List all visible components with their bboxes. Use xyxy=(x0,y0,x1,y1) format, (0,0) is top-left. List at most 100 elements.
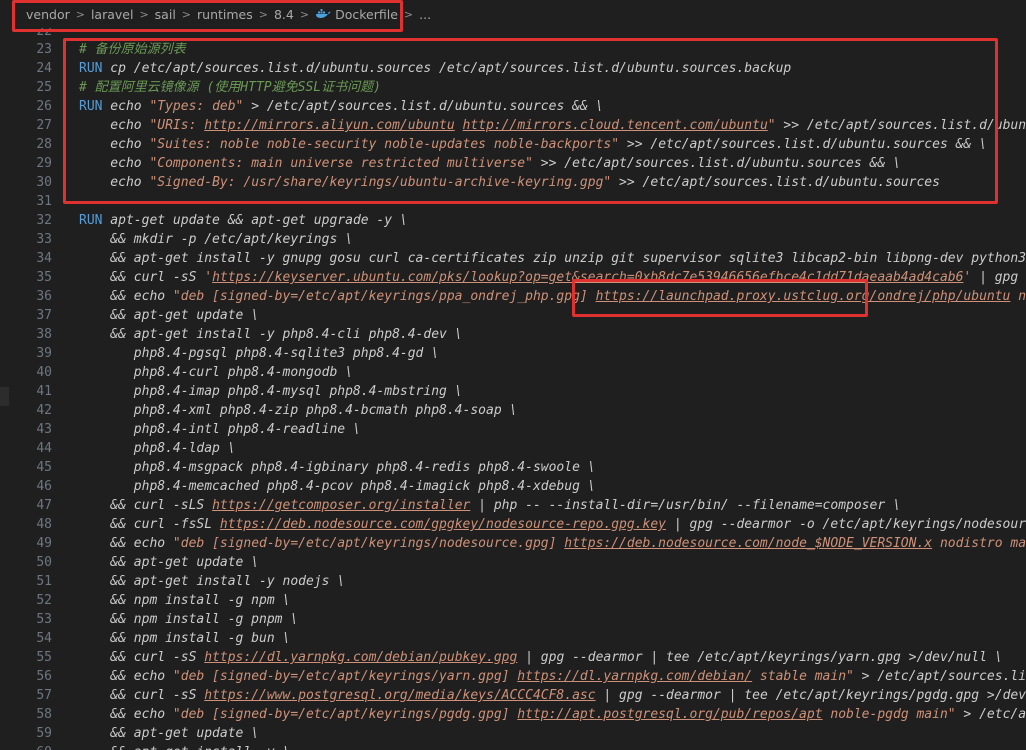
line-number: 48 xyxy=(36,517,52,532)
line-number: 51 xyxy=(36,574,52,589)
code-line[interactable]: 27 echo "URIs: http://mirrors.aliyun.com… xyxy=(0,116,1026,135)
code-line[interactable]: 58 && echo "deb [signed-by=/etc/apt/keyr… xyxy=(0,705,1026,724)
breadcrumb-label: runtimes xyxy=(197,6,253,22)
code-line[interactable]: 30 echo "Signed-By: /usr/share/keyrings/… xyxy=(0,173,1026,192)
token-text: && apt-get update \ xyxy=(79,308,260,323)
line-number: 24 xyxy=(36,61,52,76)
code-line[interactable]: 48 && curl -fsSL https://deb.nodesource.… xyxy=(0,515,1026,534)
token-keyword: RUN xyxy=(79,213,103,228)
token-text: && echo xyxy=(79,669,173,684)
token-link[interactable]: https://dl.yarnpkg.com/debian/pubkey.gpg xyxy=(204,650,517,665)
line-number: 44 xyxy=(36,441,52,456)
token-link[interactable]: http://apt.postgresql.org/pub/repos/apt xyxy=(517,707,822,722)
token-text: && mkdir -p /etc/apt/keyrings \ xyxy=(79,232,353,247)
line-code: RUN apt-get update && apt-get upgrade -y… xyxy=(79,211,408,230)
code-line[interactable]: 46 php8.4-memcached php8.4-pcov php8.4-i… xyxy=(0,477,1026,496)
token-text: php8.4-curl php8.4-mongodb \ xyxy=(79,365,353,380)
breadcrumb-item[interactable]: Dockerfile xyxy=(315,7,398,22)
code-line[interactable]: 32 RUN apt-get update && apt-get upgrade … xyxy=(0,211,1026,230)
code-line[interactable]: 54 && npm install -g bun \ xyxy=(0,629,1026,648)
code-line[interactable]: 28 echo "Suites: noble noble-security no… xyxy=(0,135,1026,154)
token-link[interactable]: https://keyserver.ubuntu.com/pks/lookup?… xyxy=(212,270,963,285)
token-text: && curl -fsSL xyxy=(79,517,220,532)
code-line[interactable]: 45 php8.4-msgpack php8.4-igbinary php8.4… xyxy=(0,458,1026,477)
code-line[interactable]: 23 # 备份原始源列表 xyxy=(0,40,1026,59)
line-code: php8.4-imap php8.4-mysql php8.4-mbstring… xyxy=(79,382,463,401)
code-line[interactable]: 24 RUN cp /etc/apt/sources.list.d/ubuntu.… xyxy=(0,59,1026,78)
token-text: > /etc/apt/sources.list.d/yarn.list xyxy=(861,669,1026,684)
token-text: php8.4-pgsql php8.4-sqlite3 php8.4-gd \ xyxy=(79,346,440,361)
breadcrumb: vendor > laravel > sail > runtimes >8.4 > Dockerf… xyxy=(0,0,1026,28)
code-line[interactable]: 49 && echo "deb [signed-by=/etc/apt/keyr… xyxy=(0,534,1026,553)
token-text: && curl -sS xyxy=(79,688,205,703)
line-code: && apt-get install -y php8.4-cli php8.4-… xyxy=(79,325,462,344)
code-line[interactable]: 59 && apt-get update \ xyxy=(0,724,1026,743)
code-line[interactable]: 37 && apt-get update \ xyxy=(0,306,1026,325)
token-text: && curl -sS xyxy=(79,650,205,665)
token-link[interactable]: https://getcomposer.org/installer xyxy=(212,498,470,513)
token-text: php8.4-xml php8.4-zip php8.4-bcmath php8… xyxy=(79,403,518,418)
code-line[interactable]: 39 php8.4-pgsql php8.4-sqlite3 php8.4-gd… xyxy=(0,344,1026,363)
line-number: 39 xyxy=(36,346,52,361)
token-string: ' xyxy=(204,270,213,285)
code-line[interactable]: 36 && echo "deb [signed-by=/etc/apt/keyr… xyxy=(0,287,1026,306)
code-line[interactable]: 51 && apt-get install -y nodejs \ xyxy=(0,572,1026,591)
code-line[interactable]: 57 && curl -sS https://www.postgresql.or… xyxy=(0,686,1026,705)
token-text: > /etc/apt/sources.list.d/ubuntu.sources… xyxy=(243,99,604,114)
code-line[interactable]: 38 && apt-get install -y php8.4-cli php8… xyxy=(0,325,1026,344)
token-text: echo xyxy=(102,99,150,114)
breadcrumb-label: laravel xyxy=(90,6,134,22)
code-line[interactable]: 42 php8.4-xml php8.4-zip php8.4-bcmath p… xyxy=(0,401,1026,420)
token-comment: # 备份原始源列表 xyxy=(79,42,186,57)
line-code: RUN echo "Types: deb" > /etc/apt/sources… xyxy=(79,97,603,116)
token-keyword: RUN xyxy=(79,99,103,114)
code-line[interactable]: 56 && echo "deb [signed-by=/etc/apt/keyr… xyxy=(0,667,1026,686)
code-line[interactable]: 44 php8.4-ldap \ xyxy=(0,439,1026,458)
code-line[interactable]: 55 && curl -sS https://dl.yarnpkg.com/de… xyxy=(0,648,1026,667)
code-line[interactable]: 53 && npm install -g pnpm \ xyxy=(0,610,1026,629)
token-comment: # 配置阿里云镜像源 (使用HTTP避免SSL证书问题) xyxy=(79,80,381,95)
breadcrumb-item[interactable]: vendor xyxy=(26,7,70,22)
token-link[interactable]: https://www.postgresql.org/media/keys/AC… xyxy=(204,688,595,703)
line-number: 56 xyxy=(36,669,52,684)
code-line[interactable]: 43 php8.4-intl php8.4-readline \ xyxy=(0,420,1026,439)
code-line[interactable]: 25 # 配置阿里云镜像源 (使用HTTP避免SSL证书问题) xyxy=(0,78,1026,97)
code-line[interactable]: 33 && mkdir -p /etc/apt/keyrings \ xyxy=(0,230,1026,249)
line-number: 59 xyxy=(36,726,52,741)
code-line[interactable]: 52 && npm install -g npm \ xyxy=(0,591,1026,610)
token-text: && apt-get update \ xyxy=(79,726,260,741)
code-line[interactable]: 40 php8.4-curl php8.4-mongodb \ xyxy=(0,363,1026,382)
code-editor[interactable]: 22 23 # 备份原始源列表 24 RUN cp /etc/apt/sources.l… xyxy=(0,28,1026,750)
token-text: echo xyxy=(79,118,150,133)
code-line[interactable]: 50 && apt-get update \ xyxy=(0,553,1026,572)
token-link[interactable]: https://launchpad.proxy.ustclug.org/ondr… xyxy=(596,289,1011,304)
token-link[interactable]: https://deb.nodesource.com/node_$NODE_VE… xyxy=(564,536,932,551)
code-line[interactable]: 35 && curl -sS 'https://keyserver.ubuntu… xyxy=(0,268,1026,287)
code-line[interactable]: 60 && apt-get install -y \ xyxy=(0,743,1026,750)
token-text: && apt-get install -y nodejs \ xyxy=(79,574,346,589)
breadcrumb-item[interactable]: runtimes xyxy=(197,7,253,22)
line-number: 25 xyxy=(36,80,52,95)
token-text: && curl -sS xyxy=(79,270,205,285)
token-link[interactable]: https://deb.nodesource.com/gpgkey/nodeso… xyxy=(220,517,666,532)
code-line[interactable]: 29 echo "Components: main universe restr… xyxy=(0,154,1026,173)
breadcrumb-separator: > xyxy=(403,7,414,21)
code-line[interactable]: 47 && curl -sLS https://getcomposer.org/… xyxy=(0,496,1026,515)
line-code: && apt-get install -y nodejs \ xyxy=(79,572,345,591)
breadcrumb-item[interactable]: ... xyxy=(419,7,431,22)
line-number: 35 xyxy=(36,270,52,285)
line-code: && curl -sS https://dl.yarnpkg.com/debia… xyxy=(79,648,1002,667)
code-line[interactable]: 31 xyxy=(0,192,1026,211)
token-text: && npm install -g npm \ xyxy=(79,593,291,608)
code-line[interactable]: 41 php8.4-imap php8.4-mysql php8.4-mbstr… xyxy=(0,382,1026,401)
breadcrumb-item[interactable]: sail xyxy=(155,7,176,22)
token-link[interactable]: http://mirrors.aliyun.com/ubuntu xyxy=(204,118,454,133)
token-text: && npm install -g bun \ xyxy=(79,631,291,646)
breadcrumb-item[interactable]: 8.4 xyxy=(274,7,294,22)
breadcrumb-item[interactable]: laravel xyxy=(91,7,134,22)
token-link[interactable]: http://mirrors.cloud.tencent.com/ubuntu xyxy=(463,118,768,133)
line-number: 37 xyxy=(36,308,52,323)
code-line[interactable]: 26 RUN echo "Types: deb" > /etc/apt/sourc… xyxy=(0,97,1026,116)
token-link[interactable]: https://dl.yarnpkg.com/debian/ xyxy=(517,669,752,684)
code-line[interactable]: 34 && apt-get install -y gnupg gosu curl… xyxy=(0,249,1026,268)
